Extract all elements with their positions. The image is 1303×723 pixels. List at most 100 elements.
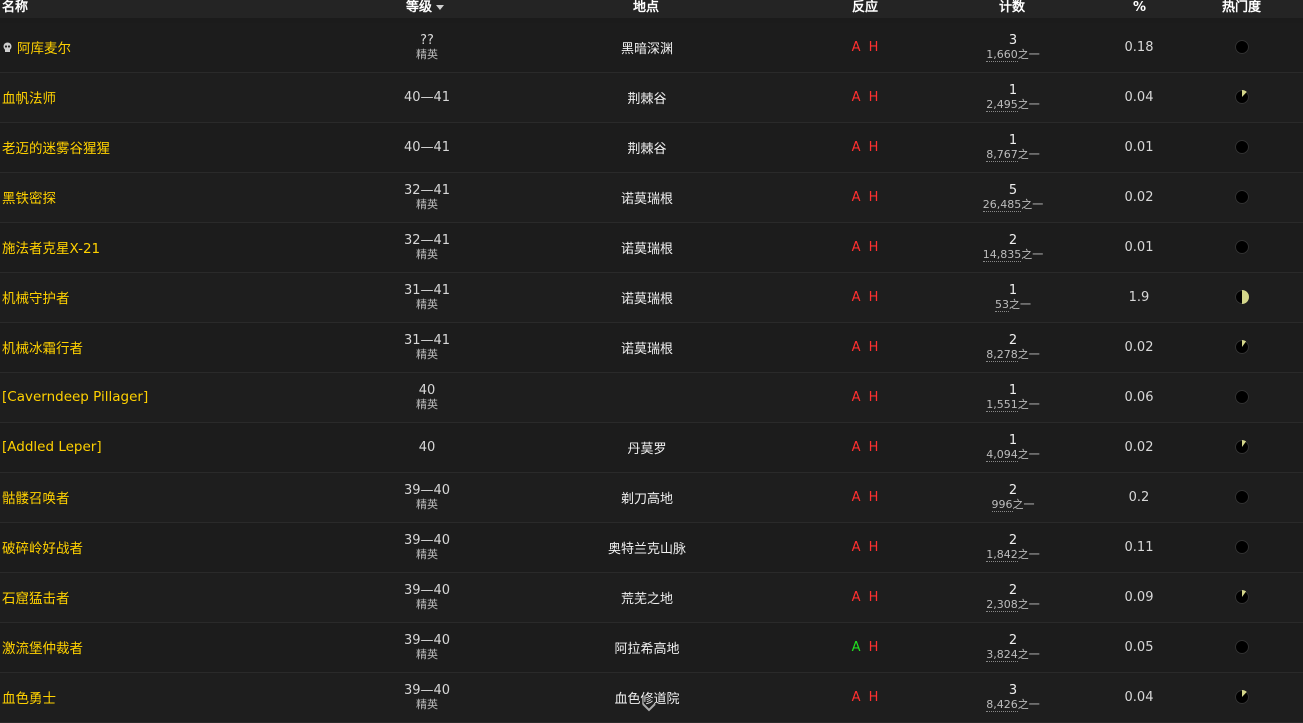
count-total[interactable]: 14,835 xyxy=(982,247,1022,262)
popularity-cell xyxy=(1222,123,1262,171)
table-row[interactable]: 机械守护者 31—41 精英 诺莫瑞根 A H 1 53之一 1.9 xyxy=(0,273,1303,323)
elite-label: 精英 xyxy=(416,497,438,511)
alliance-reaction: A xyxy=(851,389,863,405)
npc-name-link[interactable]: 血帆法师 xyxy=(2,87,56,107)
table-row[interactable]: 破碎岭好战者 39—40 精英 奥特兰克山脉 A H 2 1,842之一 0.11 xyxy=(0,523,1303,573)
count-total[interactable]: 1,660 xyxy=(986,47,1018,62)
table-row[interactable]: 阿库麦尔?? 精英 黑暗深渊 A H 3 1,660之一 0.18 xyxy=(0,23,1303,73)
elite-label: 精英 xyxy=(416,397,438,411)
npc-name-link[interactable]: 血色勇士 xyxy=(2,687,56,707)
header-zone[interactable]: 地点 xyxy=(633,0,659,16)
npc-name-cell: [Caverndeep Pillager] xyxy=(2,373,148,421)
popularity-pie-icon xyxy=(1235,590,1249,604)
table-row[interactable]: 骷髅召唤者 39—40 精英 剃刀高地 A H 2 996之一 0.2 xyxy=(0,473,1303,523)
alliance-reaction: A xyxy=(851,589,863,605)
table-row[interactable]: 激流堡仲裁者 39—40 精英 阿拉希高地 A H 2 3,824之一 0.05 xyxy=(0,623,1303,673)
count-total[interactable]: 26,485 xyxy=(982,197,1022,212)
count-total[interactable]: 2,308 xyxy=(986,597,1018,612)
count-total[interactable]: 8,767 xyxy=(986,147,1018,162)
zone-link[interactable]: 荒芜之地 xyxy=(621,588,673,607)
header-level[interactable]: 等级 xyxy=(406,0,445,16)
count-total[interactable]: 1,551 xyxy=(986,397,1018,412)
level-value: 31—41 xyxy=(403,332,451,348)
horde-reaction: H xyxy=(868,239,881,255)
npc-name-link[interactable]: [Addled Leper] xyxy=(2,439,102,455)
npc-name-link[interactable]: 机械守护者 xyxy=(2,287,70,307)
count-total[interactable]: 8,278 xyxy=(986,347,1018,362)
npc-name-link[interactable]: 破碎岭好战者 xyxy=(2,537,83,557)
npc-name-link[interactable]: 激流堡仲裁者 xyxy=(2,637,83,657)
header-level-label[interactable]: 等级 xyxy=(406,0,432,15)
table-row[interactable]: [Addled Leper] 40 丹莫罗 A H 1 4,094之一 0.02 xyxy=(0,423,1303,473)
header-popularity[interactable]: 热门度 xyxy=(1222,0,1261,16)
zone-link[interactable]: 奥特兰克山脉 xyxy=(608,538,686,557)
count-total[interactable]: 4,094 xyxy=(986,447,1018,462)
count-value: 1 xyxy=(1008,282,1018,298)
count-total[interactable]: 53 xyxy=(995,297,1009,312)
popularity-pie-icon xyxy=(1235,140,1249,154)
table-row[interactable]: 血色勇士 39—40 精英 血色修道院 A H 3 8,426之一 0.04 xyxy=(0,673,1303,723)
table-row[interactable]: 石窟猛击者 39—40 精英 荒芜之地 A H 2 2,308之一 0.09 xyxy=(0,573,1303,623)
header-name[interactable]: 名称 xyxy=(2,0,28,16)
npc-name-link[interactable]: 石窟猛击者 xyxy=(2,587,70,607)
chevron-down-icon[interactable] xyxy=(641,701,657,713)
percent-cell: 0.06 xyxy=(1099,373,1179,421)
header-pct[interactable]: % xyxy=(1133,0,1146,16)
count-value: 2 xyxy=(1008,232,1018,248)
table-row[interactable]: [Caverndeep Pillager] 40 精英 A H 1 1,551之一 0.06 xyxy=(0,373,1303,423)
percent-cell: 0.02 xyxy=(1099,423,1179,471)
zone-link[interactable]: 阿拉希高地 xyxy=(614,638,679,657)
zone-link[interactable]: 诺莫瑞根 xyxy=(621,338,673,357)
level-cell: 40 精英 xyxy=(377,373,477,421)
zone-link[interactable]: 诺莫瑞根 xyxy=(621,238,673,257)
npc-name-link[interactable]: 老迈的迷雾谷猩猩 xyxy=(2,137,110,157)
npc-name-link[interactable]: [Caverndeep Pillager] xyxy=(2,389,148,405)
zone-link[interactable]: 丹莫罗 xyxy=(627,438,666,457)
count-value: 1 xyxy=(1008,432,1018,448)
table-row[interactable]: 施法者克星X-21 32—41 精英 诺莫瑞根 A H 2 14,835之一 0.01 xyxy=(0,223,1303,273)
count-value: 5 xyxy=(1008,182,1018,198)
count-suffix: 之一 xyxy=(1017,647,1040,661)
popularity-cell xyxy=(1222,523,1262,571)
popularity-pie-icon xyxy=(1235,40,1249,54)
zone-link[interactable]: 荆棘谷 xyxy=(627,88,666,107)
count-suffix: 之一 xyxy=(1017,447,1040,461)
count-value: 1 xyxy=(1008,82,1018,98)
npc-name-link[interactable]: 施法者克星X-21 xyxy=(2,237,100,257)
header-count[interactable]: 计数 xyxy=(999,0,1025,16)
zone-link[interactable]: 黑暗深渊 xyxy=(621,38,673,57)
header-react[interactable]: 反应 xyxy=(852,0,878,16)
percent-value: 0.18 xyxy=(1124,39,1154,55)
zone-cell: 奥特兰克山脉 xyxy=(547,523,747,571)
zone-link[interactable]: 剃刀高地 xyxy=(621,488,673,507)
zone-link[interactable]: 荆棘谷 xyxy=(627,138,666,157)
zone-cell: 诺莫瑞根 xyxy=(547,323,747,371)
npc-name-link[interactable]: 黑铁密探 xyxy=(2,187,56,207)
count-total[interactable]: 1,842 xyxy=(986,547,1018,562)
table-row[interactable]: 老迈的迷雾谷猩猩 40—41 荆棘谷 A H 1 8,767之一 0.01 xyxy=(0,123,1303,173)
percent-value: 0.09 xyxy=(1124,589,1154,605)
count-total[interactable]: 996 xyxy=(991,497,1013,512)
percent-value: 0.01 xyxy=(1124,239,1154,255)
zone-link[interactable]: 诺莫瑞根 xyxy=(621,288,673,307)
count-total[interactable]: 2,495 xyxy=(986,97,1018,112)
percent-value: 0.02 xyxy=(1124,339,1154,355)
sort-desc-icon[interactable] xyxy=(436,5,445,10)
percent-cell: 0.01 xyxy=(1099,123,1179,171)
table-row[interactable]: 血帆法师 40—41 荆棘谷 A H 1 2,495之一 0.04 xyxy=(0,73,1303,123)
count-cell: 1 4,094之一 xyxy=(963,423,1063,471)
count-total[interactable]: 8,426 xyxy=(986,697,1018,712)
npc-table-body: 阿库麦尔?? 精英 黑暗深渊 A H 3 1,660之一 0.18 血帆法师 40—41 荆棘谷 A… xyxy=(0,23,1303,723)
npc-name-link[interactable]: 阿库麦尔 xyxy=(17,37,71,57)
npc-name-link[interactable]: 骷髅召唤者 xyxy=(2,487,70,507)
table-row[interactable]: 黑铁密探 32—41 精英 诺莫瑞根 A H 5 26,485之一 0.02 xyxy=(0,173,1303,223)
percent-value: 0.01 xyxy=(1124,139,1154,155)
npc-name-link[interactable]: 机械冰霜行者 xyxy=(2,337,83,357)
zone-link[interactable]: 诺莫瑞根 xyxy=(621,188,673,207)
percent-cell: 0.2 xyxy=(1099,473,1179,521)
table-row[interactable]: 机械冰霜行者 31—41 精英 诺莫瑞根 A H 2 8,278之一 0.02 xyxy=(0,323,1303,373)
reaction-cell: A H xyxy=(826,423,906,471)
npc-name-cell: 激流堡仲裁者 xyxy=(2,623,83,671)
count-total[interactable]: 3,824 xyxy=(986,647,1018,662)
count-suffix: 之一 xyxy=(1017,397,1040,411)
